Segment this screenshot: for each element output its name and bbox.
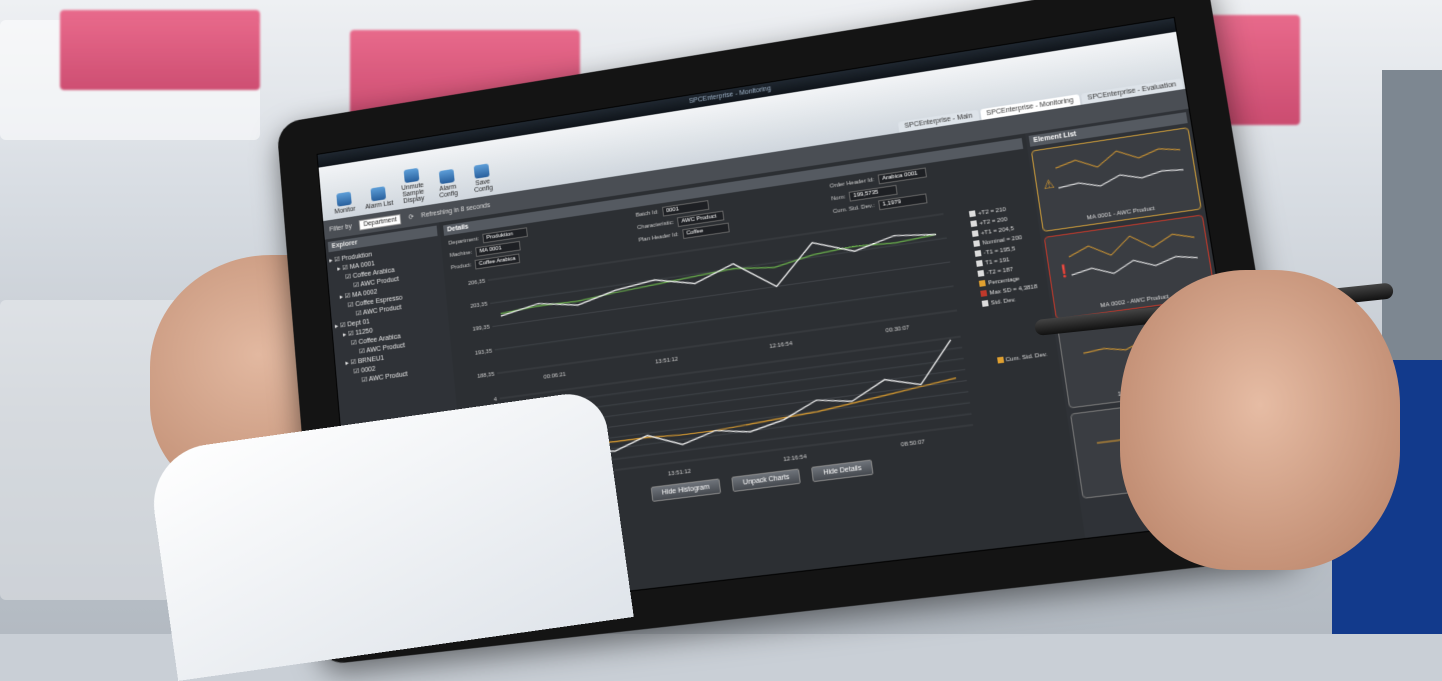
button-label: Alarm List bbox=[364, 199, 394, 211]
warning-icon: ⚠ bbox=[1042, 176, 1056, 193]
x-tick-label: 13:51:12 bbox=[655, 356, 678, 365]
y-tick-label: 203,35 bbox=[470, 302, 488, 310]
detail-field-label: Characteristic: bbox=[636, 219, 675, 232]
unmute-sample-display-button[interactable]: Unmute Sample Display bbox=[395, 167, 429, 206]
error-icon: ❗ bbox=[1055, 262, 1073, 280]
grid-line bbox=[492, 262, 950, 327]
y-tick-label: 4 bbox=[493, 397, 498, 404]
x-tick-label: 12:16:54 bbox=[783, 454, 808, 463]
x-tick-label: 13:51:12 bbox=[668, 469, 692, 478]
detail-field-label: Batch Id: bbox=[635, 209, 659, 219]
button-label: Unmute Sample Display bbox=[401, 182, 425, 205]
legend-label: Std. Dev. bbox=[990, 297, 1017, 307]
pink-box bbox=[60, 10, 260, 90]
hide-histogram-button[interactable]: Hide Histogram bbox=[650, 478, 722, 502]
detail-field-label: Department: bbox=[448, 236, 480, 247]
legend-swatch bbox=[972, 230, 980, 238]
detail-field-label: Nom: bbox=[831, 194, 846, 203]
legend-swatch bbox=[979, 280, 987, 288]
legend-swatch bbox=[975, 250, 983, 258]
refresh-icon: ⟳ bbox=[408, 213, 415, 222]
filter-label: Filter by bbox=[329, 222, 353, 233]
legend-swatch bbox=[970, 220, 978, 228]
grey-band bbox=[1382, 70, 1442, 360]
y-tick-label: 188,35 bbox=[477, 372, 495, 380]
button-label: Monitor bbox=[334, 205, 356, 216]
alarm-list-icon bbox=[370, 186, 387, 202]
monitor-icon bbox=[336, 191, 352, 207]
x-tick-label: 12:16:54 bbox=[769, 341, 794, 350]
right-hand bbox=[1120, 270, 1400, 570]
legend-swatch bbox=[977, 270, 985, 278]
unpack-charts-button[interactable]: Unpack Charts bbox=[731, 468, 802, 493]
tree-label: AWC Product bbox=[368, 371, 408, 384]
legend-swatch bbox=[973, 240, 981, 248]
detail-field-label: Plan Header Id: bbox=[638, 231, 679, 244]
detail-field-label: Machine: bbox=[449, 249, 473, 259]
monitor-button[interactable]: Monitor bbox=[328, 190, 360, 216]
filter-dropdown[interactable]: Department bbox=[358, 213, 402, 231]
x-tick-label: 00:30:07 bbox=[885, 325, 909, 334]
save-config-icon bbox=[473, 163, 490, 179]
alarm-config-button[interactable]: Alarm Config bbox=[431, 168, 465, 201]
button-label: Alarm Config bbox=[438, 183, 459, 200]
y-tick-label: 206,35 bbox=[468, 279, 486, 287]
legend-swatch bbox=[980, 290, 988, 298]
alarm-config-icon bbox=[438, 168, 455, 185]
y-tick-label: 193,35 bbox=[475, 348, 493, 356]
x-tick-label: 00:06:21 bbox=[543, 372, 566, 381]
legend-swatch bbox=[982, 300, 990, 308]
x-tick-label: 08:50:07 bbox=[901, 439, 926, 448]
y-tick-label: 199,35 bbox=[472, 325, 490, 333]
button-label: Save Config bbox=[473, 178, 494, 195]
legend-swatch bbox=[969, 210, 977, 218]
hide-details-button[interactable]: Hide Details bbox=[811, 459, 874, 483]
legend-swatch bbox=[996, 357, 1004, 364]
detail-field-label: Order Header Id: bbox=[829, 177, 875, 190]
detail-field-label: Cum. Std. Dev.: bbox=[832, 203, 876, 216]
sample-display-icon bbox=[403, 167, 420, 184]
legend-swatch bbox=[976, 260, 984, 268]
save-config-button[interactable]: Save Config bbox=[465, 162, 499, 195]
alarm-list-button[interactable]: Alarm List bbox=[362, 185, 395, 211]
detail-field-label: Product: bbox=[450, 262, 472, 272]
